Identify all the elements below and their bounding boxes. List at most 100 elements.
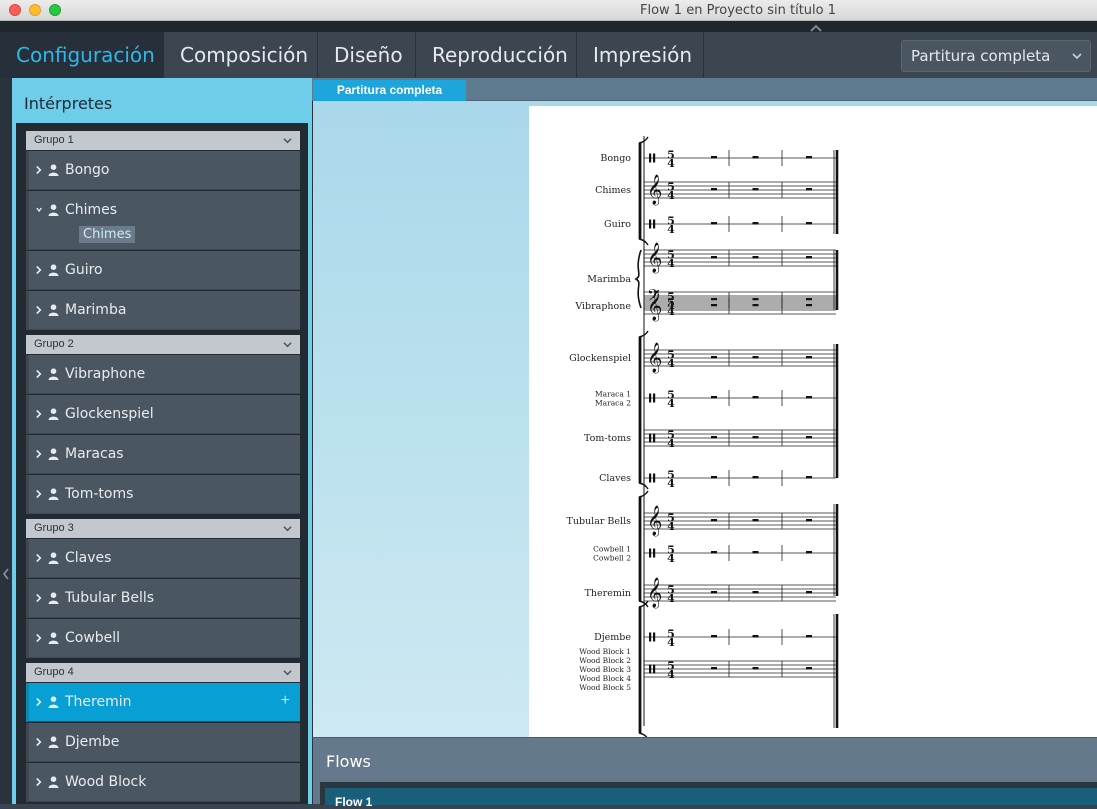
score-view[interactable]: 5 4 Bongo 𝄞 5 4 Chimes 5 4 Guiro 𝄞 5 4 𝄢 5 4 Marimba 𝄞 5 4 V… bbox=[312, 101, 1097, 737]
staff-label: Chimes bbox=[595, 185, 631, 196]
add-instrument-icon[interactable]: + bbox=[281, 692, 290, 710]
instrument-chip[interactable]: Chimes bbox=[79, 226, 136, 243]
chevron-right-icon[interactable] bbox=[35, 736, 43, 748]
chevron-right-icon[interactable] bbox=[35, 264, 43, 276]
percussion-clef bbox=[649, 219, 652, 229]
chevron-right-icon[interactable] bbox=[35, 552, 43, 564]
staff-label: Wood Block 3 bbox=[579, 665, 631, 674]
minimize-window-button[interactable] bbox=[29, 4, 41, 16]
person-icon bbox=[48, 592, 59, 604]
player-row-maracas[interactable]: Maracas bbox=[26, 435, 300, 474]
chevron-right-icon[interactable] bbox=[35, 696, 43, 708]
staff-label: Maraca 1 bbox=[595, 390, 631, 399]
player-row-marimba[interactable]: Marimba bbox=[26, 291, 300, 330]
chevron-right-icon[interactable] bbox=[35, 408, 43, 420]
person-icon bbox=[48, 696, 59, 708]
layout-tab-strip: Partitura completa bbox=[312, 78, 1097, 101]
chevron-right-icon[interactable] bbox=[35, 592, 43, 604]
group-header-2[interactable]: Grupo 2 bbox=[26, 335, 300, 354]
time-signature-denominator: 4 bbox=[667, 397, 675, 410]
player-row-theremin[interactable]: Theremin + bbox=[26, 683, 300, 722]
zoom-window-button[interactable] bbox=[49, 4, 61, 16]
whole-rest bbox=[806, 519, 812, 522]
whole-rest bbox=[806, 476, 812, 479]
left-panel-edge[interactable] bbox=[0, 78, 12, 804]
whole-rest bbox=[752, 304, 759, 307]
staff-label: Bongo bbox=[600, 153, 631, 164]
tab-diseno[interactable]: Diseño bbox=[318, 32, 416, 78]
staff-label: Cowbell 1 bbox=[593, 545, 631, 554]
group-header-1[interactable]: Grupo 1 bbox=[26, 131, 300, 150]
player-row-vibraphone[interactable]: Vibraphone bbox=[26, 355, 300, 394]
staff-label: Cowbell 2 bbox=[593, 554, 631, 563]
percussion-clef bbox=[649, 473, 652, 483]
staff-label: Claves bbox=[599, 473, 631, 484]
chevron-down-icon[interactable] bbox=[283, 136, 292, 145]
group-header-3[interactable]: Grupo 3 bbox=[26, 519, 300, 538]
group-name: Grupo 3 bbox=[34, 522, 74, 534]
chevron-right-icon[interactable] bbox=[35, 776, 43, 788]
percussion-clef bbox=[649, 548, 652, 558]
chevron-down-icon[interactable] bbox=[283, 668, 292, 677]
chevron-right-icon[interactable] bbox=[35, 304, 43, 316]
player-row-djembe[interactable]: Djembe bbox=[26, 723, 300, 762]
percussion-clef bbox=[649, 664, 652, 674]
whole-rest bbox=[752, 256, 759, 259]
chevron-down-icon[interactable] bbox=[283, 340, 292, 349]
person-icon bbox=[48, 204, 59, 216]
chevron-left-icon[interactable] bbox=[2, 568, 10, 580]
players-panel-title: Intérpretes bbox=[24, 94, 113, 113]
close-window-button[interactable] bbox=[9, 4, 21, 16]
whole-rest bbox=[752, 667, 759, 670]
tab-composicion[interactable]: Composición bbox=[164, 32, 318, 78]
percussion-clef bbox=[653, 632, 656, 642]
flow-card[interactable]: Flow 1 bbox=[325, 788, 1097, 809]
player-row-wood-block[interactable]: Wood Block bbox=[26, 763, 300, 802]
tab-reproduccion[interactable]: Reproducción bbox=[416, 32, 577, 78]
time-signature-denominator: 4 bbox=[667, 520, 675, 533]
whole-rest bbox=[752, 476, 759, 479]
chevron-right-icon[interactable] bbox=[35, 632, 43, 644]
treble-clef: 𝄞 bbox=[647, 342, 662, 374]
time-signature-denominator: 4 bbox=[667, 477, 675, 490]
whole-rest bbox=[752, 356, 759, 359]
person-icon bbox=[48, 264, 59, 276]
whole-rest bbox=[752, 436, 759, 439]
time-signature-denominator: 4 bbox=[667, 257, 675, 270]
chevron-right-icon[interactable] bbox=[35, 448, 43, 460]
tab-partitura-completa[interactable]: Partitura completa bbox=[313, 80, 466, 101]
tab-configuracion[interactable]: Configuración bbox=[0, 32, 164, 78]
player-row-guiro[interactable]: Guiro bbox=[26, 251, 300, 290]
percussion-clef bbox=[649, 153, 652, 163]
player-name: Wood Block bbox=[65, 774, 147, 790]
layout-select[interactable]: Partitura completa bbox=[901, 40, 1091, 72]
chevron-down-icon[interactable] bbox=[35, 205, 44, 214]
player-row-tubular-bells[interactable]: Tubular Bells bbox=[26, 579, 300, 618]
group-header-4[interactable]: Grupo 4 bbox=[26, 663, 300, 682]
player-row-chimes[interactable]: Chimes Chimes bbox=[26, 191, 300, 250]
whole-rest bbox=[711, 256, 717, 259]
flows-list: Flow 1 bbox=[320, 782, 1097, 809]
player-row-cowbell[interactable]: Cowbell bbox=[26, 619, 300, 658]
chevron-right-icon[interactable] bbox=[35, 488, 43, 500]
person-icon bbox=[48, 776, 59, 788]
tab-impresion[interactable]: Impresión bbox=[577, 32, 704, 78]
whole-rest bbox=[711, 188, 717, 191]
player-row-tom-toms[interactable]: Tom-toms bbox=[26, 475, 300, 514]
player-row-glockenspiel[interactable]: Glockenspiel bbox=[26, 395, 300, 434]
player-name: Djembe bbox=[65, 734, 120, 750]
whole-rest bbox=[806, 356, 812, 359]
chevron-up-icon[interactable] bbox=[809, 21, 823, 35]
chevron-down-icon[interactable] bbox=[283, 524, 292, 533]
whole-rest bbox=[806, 188, 812, 191]
person-icon bbox=[48, 632, 59, 644]
chevron-right-icon[interactable] bbox=[35, 368, 43, 380]
whole-rest bbox=[806, 591, 812, 594]
whole-rest bbox=[711, 635, 717, 638]
player-row-claves[interactable]: Claves bbox=[26, 539, 300, 578]
title-bar: Flow 1 en Proyecto sin título 1 bbox=[0, 0, 1097, 21]
player-row-bongo[interactable]: Bongo bbox=[26, 151, 300, 190]
whole-rest bbox=[806, 156, 812, 159]
chevron-right-icon[interactable] bbox=[35, 164, 43, 176]
layout-select-value: Partitura completa bbox=[911, 47, 1051, 65]
